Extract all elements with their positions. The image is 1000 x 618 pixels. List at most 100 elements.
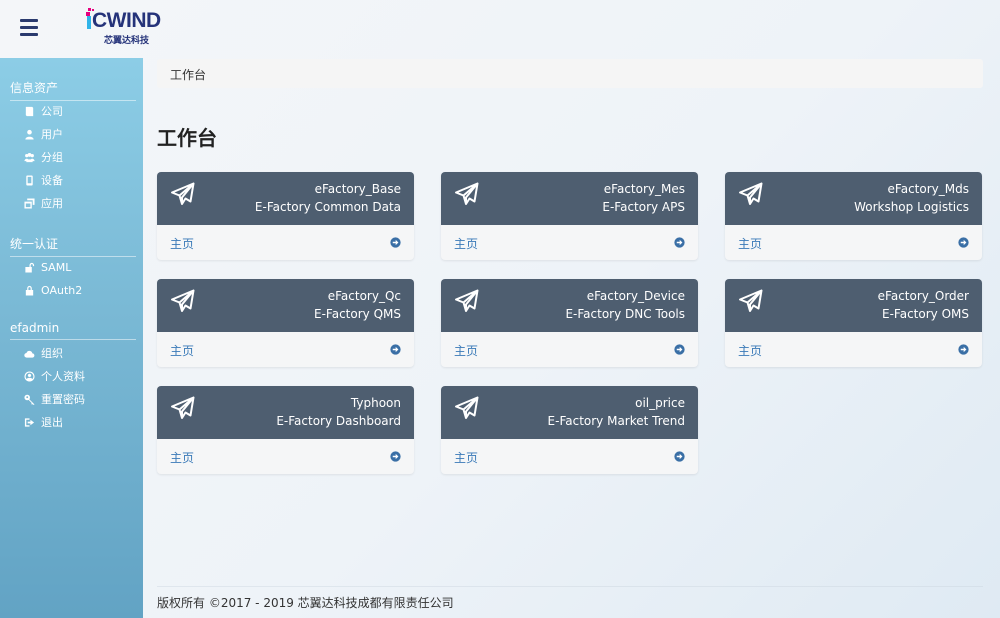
app-card: eFactory_Device E-Factory DNC Tools 主页 [441, 279, 698, 367]
app-card-footer[interactable]: 主页 [157, 439, 414, 474]
app-card-header[interactable]: eFactory_Mes E-Factory APS [441, 172, 698, 225]
sidebar-item-label: 分组 [41, 151, 63, 164]
app-card-description: Workshop Logistics [854, 200, 969, 214]
app-card-home-link[interactable]: 主页 [738, 235, 762, 252]
sidebar-item-group[interactable]: 分组 [24, 148, 134, 166]
users-icon [24, 152, 35, 162]
app-card-name: eFactory_Mds [887, 182, 969, 196]
app-card-description: E-Factory Market Trend [547, 414, 685, 428]
app-card-header[interactable]: eFactory_Order E-Factory OMS [725, 279, 982, 332]
app-card-home-link[interactable]: 主页 [454, 235, 478, 252]
app-card: oil_price E-Factory Market Trend 主页 [441, 386, 698, 474]
app-card: eFactory_Qc E-Factory QMS 主页 [157, 279, 414, 367]
sidebar-item-label: 重置密码 [41, 393, 85, 406]
arrow-circle-right-icon[interactable] [674, 451, 685, 462]
arrow-circle-right-icon[interactable] [674, 344, 685, 355]
app-card-header[interactable]: Typhoon E-Factory Dashboard [157, 386, 414, 439]
app-card-name: eFactory_Qc [327, 289, 401, 303]
app-card-header[interactable]: eFactory_Mds Workshop Logistics [725, 172, 982, 225]
app-card-home-link[interactable]: 主页 [454, 449, 478, 466]
app-card: Typhoon E-Factory Dashboard 主页 [157, 386, 414, 474]
arrow-circle-right-icon[interactable] [958, 344, 969, 355]
app-card-description: E-Factory APS [602, 200, 685, 214]
page-title: 工作台 [157, 126, 217, 150]
app-card-home-link[interactable]: 主页 [738, 342, 762, 359]
key-icon [24, 394, 35, 405]
app-card-footer[interactable]: 主页 [725, 332, 982, 367]
app-card-name: Typhoon [350, 396, 401, 410]
company-logo[interactable]: CWIND 芯翼达科技 [86, 6, 166, 46]
sidebar-item-oauth2[interactable]: OAuth2 [24, 281, 134, 299]
app-card-header[interactable]: oil_price E-Factory Market Trend [441, 386, 698, 439]
app-card-name: eFactory_Base [314, 182, 401, 196]
arrow-circle-right-icon[interactable] [390, 344, 401, 355]
breadcrumb: 工作台 [157, 59, 983, 88]
arrow-circle-right-icon[interactable] [390, 237, 401, 248]
sidebar-item-label: 组织 [41, 347, 63, 360]
sidebar-item-label: SAML [41, 260, 72, 274]
arrow-circle-right-icon[interactable] [958, 237, 969, 248]
mobile-icon [26, 174, 33, 186]
sidebar-section-assets: 信息资产 [10, 79, 136, 101]
top-bar: CWIND 芯翼达科技 [0, 0, 1000, 58]
arrow-circle-right-icon[interactable] [390, 451, 401, 462]
sidebar-item-application[interactable]: 应用 [24, 194, 134, 212]
app-card-description: E-Factory Dashboard [276, 414, 401, 428]
sidebar-item-reset-password[interactable]: 重置密码 [24, 390, 134, 408]
sidebar-item-saml[interactable]: SAML [24, 258, 134, 276]
app-card-header[interactable]: eFactory_Device E-Factory DNC Tools [441, 279, 698, 332]
app-card-home-link[interactable]: 主页 [170, 342, 194, 359]
paper-plane-icon [739, 289, 763, 312]
sidebar-item-label: 应用 [41, 197, 63, 210]
window-restore-icon [24, 197, 35, 209]
sidebar-item-logout[interactable]: 退出 [24, 413, 134, 431]
sidebar-item-label: 设备 [41, 174, 63, 187]
logo-text: CWIND [92, 9, 161, 32]
app-card-home-link[interactable]: 主页 [170, 235, 194, 252]
menu-toggle-icon[interactable] [20, 19, 38, 37]
sign-out-icon [24, 417, 35, 427]
app-card-name: eFactory_Order [877, 289, 969, 303]
app-card-footer[interactable]: 主页 [157, 332, 414, 367]
sidebar: 信息资产 公司 用户 分组 设备 应用 统一认证 SAML OAuth2 efa… [0, 58, 143, 618]
app-card-header[interactable]: eFactory_Base E-Factory Common Data [157, 172, 414, 225]
paper-plane-icon [455, 396, 479, 419]
user-icon [25, 129, 34, 140]
app-card-footer[interactable]: 主页 [157, 225, 414, 260]
app-card-footer[interactable]: 主页 [441, 439, 698, 474]
app-card: eFactory_Base E-Factory Common Data 主页 [157, 172, 414, 260]
sidebar-section-auth: 统一认证 [10, 235, 136, 257]
app-card-footer[interactable]: 主页 [725, 225, 982, 260]
app-card: eFactory_Mes E-Factory APS 主页 [441, 172, 698, 260]
sidebar-item-label: 用户 [41, 128, 63, 141]
app-card-footer[interactable]: 主页 [441, 225, 698, 260]
app-card-name: eFactory_Device [586, 289, 685, 303]
app-card-header[interactable]: eFactory_Qc E-Factory QMS [157, 279, 414, 332]
paper-plane-icon [455, 289, 479, 312]
paper-plane-icon [455, 182, 479, 205]
arrow-circle-right-icon[interactable] [674, 237, 685, 248]
app-card-description: E-Factory DNC Tools [565, 307, 685, 321]
paper-plane-icon [739, 182, 763, 205]
sidebar-item-label: 退出 [41, 416, 63, 429]
app-card-description: E-Factory OMS [882, 307, 969, 321]
sidebar-item-user[interactable]: 用户 [24, 125, 134, 143]
app-card-name: oil_price [635, 396, 685, 410]
unlock-icon [25, 262, 35, 273]
app-card-home-link[interactable]: 主页 [170, 449, 194, 466]
paper-plane-icon [171, 396, 195, 419]
sidebar-item-company[interactable]: 公司 [24, 102, 134, 120]
sidebar-item-organization[interactable]: 组织 [24, 344, 134, 362]
app-card-home-link[interactable]: 主页 [454, 342, 478, 359]
sidebar-item-profile[interactable]: 个人资料 [24, 367, 134, 385]
sidebar-item-label: 公司 [41, 105, 63, 118]
app-card: eFactory_Mds Workshop Logistics 主页 [725, 172, 982, 260]
app-card-footer[interactable]: 主页 [441, 332, 698, 367]
paper-plane-icon [171, 289, 195, 312]
logo-subtitle: 芯翼达科技 [104, 36, 150, 46]
paper-plane-icon [171, 182, 195, 205]
sidebar-item-device[interactable]: 设备 [24, 171, 134, 189]
lock-icon [25, 285, 34, 296]
sidebar-item-label: OAuth2 [41, 283, 83, 297]
footer-divider [157, 586, 983, 587]
